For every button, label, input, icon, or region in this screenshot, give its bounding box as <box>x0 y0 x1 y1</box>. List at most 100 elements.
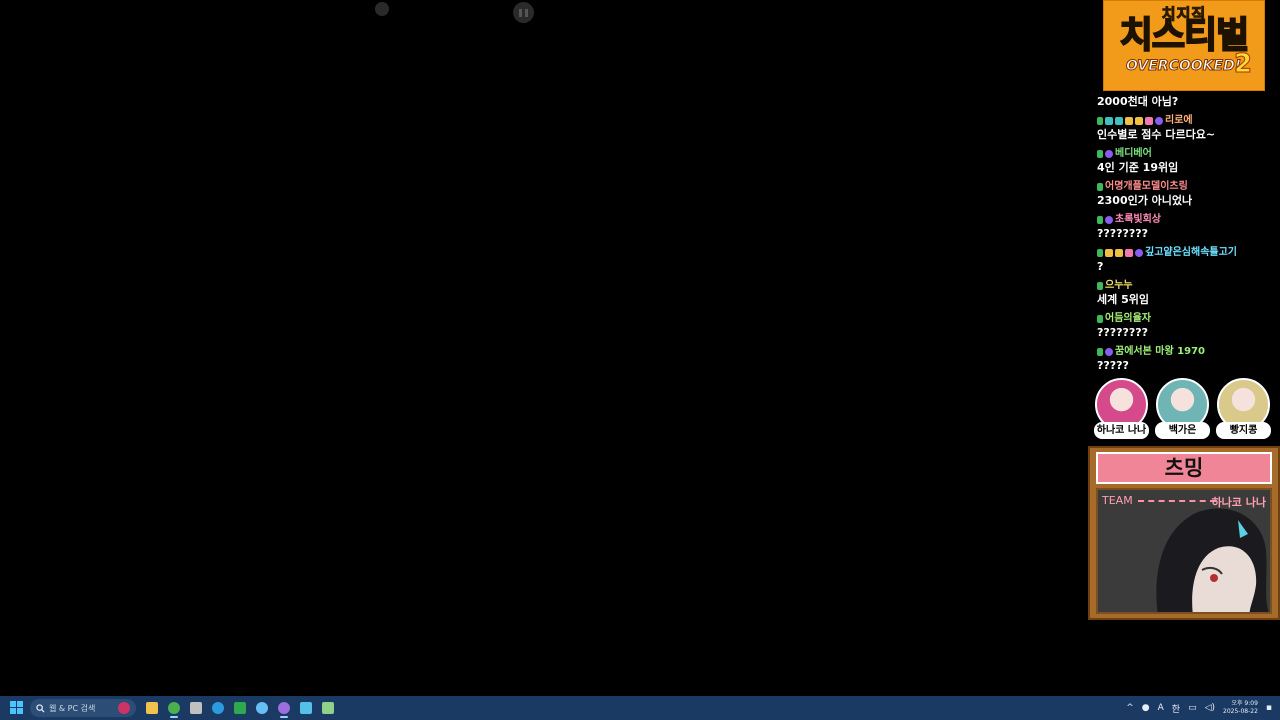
badge-icon <box>1145 117 1153 125</box>
badge-icon <box>1115 117 1123 125</box>
chat-message-text: 인수별로 점수 다르다요~ <box>1097 128 1216 141</box>
chevron-up-icon[interactable]: ^ <box>1126 703 1134 713</box>
network-icon[interactable]: ▭ <box>1188 703 1197 713</box>
notification-icon[interactable]: ▪ <box>1266 703 1272 713</box>
badge-icon <box>1097 282 1103 290</box>
chat-username-row: 어듬의율자 <box>1097 312 1277 326</box>
steam-icon[interactable] <box>252 698 272 718</box>
badge-icon <box>1097 150 1103 158</box>
stream-overlay: 치지직 치스티벌 OVERCOOKED! 2 2000천대 아님? 리로에 인수별… <box>1088 0 1280 696</box>
chat-message-text: ????? <box>1097 359 1129 372</box>
chat-username[interactable]: 베디베어 <box>1115 147 1152 161</box>
app-green-icon[interactable] <box>230 698 250 718</box>
badge-icon <box>1097 216 1103 224</box>
member-list: 하나코 나나 백가은 빵지콩 <box>1094 378 1274 440</box>
app-purple-icon[interactable] <box>274 698 294 718</box>
search-box[interactable]: 웹 & PC 검색 <box>30 699 136 717</box>
chat-first-message: 2000천대 아님? <box>1097 95 1179 108</box>
chat-username-row: 깊고얕은심해속틀고기 <box>1097 246 1277 260</box>
system-tray: ^ ● A 한 ▭ ◁) 오후 9:09 2025-08-22 ▪ <box>1126 696 1280 720</box>
member-avatar: 빵지콩 <box>1216 378 1271 440</box>
chat-message-text: ???????? <box>1097 227 1149 240</box>
app-a-icon[interactable] <box>186 698 206 718</box>
chat-overlay: 2000천대 아님? 리로에 인수별로 점수 다르다요~ 베디베어 4인 기준 19위… <box>1097 94 1277 378</box>
chat-entry: 리로에 인수별로 점수 다르다요~ <box>1097 114 1277 147</box>
ime-indicator[interactable]: 한 <box>1172 702 1180 715</box>
member-name: 백가은 <box>1155 422 1210 439</box>
chrome-icon[interactable] <box>164 698 184 718</box>
badge-icon <box>1105 216 1113 224</box>
logo-sub-text: OVERCOOKED! <box>1125 58 1242 75</box>
chat-message-text: 4인 기준 19위임 <box>1097 161 1179 174</box>
pause-button[interactable] <box>513 2 534 23</box>
chat-username-row: 꿈에서본 마왕 1970 <box>1097 345 1277 359</box>
badge-icon <box>1097 249 1103 257</box>
member-name: 하나코 나나 <box>1094 422 1149 439</box>
taskbar: 웹 & PC 검색 ^ ● A 한 ▭ ◁) 오후 9:09 2025-08-2… <box>0 696 1280 720</box>
font-indicator[interactable]: A <box>1158 703 1164 713</box>
windows-start-icon[interactable] <box>10 701 23 714</box>
badge-icon <box>1135 249 1143 257</box>
badge-icon <box>1097 348 1103 356</box>
chat-entry: 어명개플모델이츠링 2300인가 아니었나 <box>1097 180 1277 213</box>
badge-icon <box>1097 183 1103 191</box>
chat-username-row: 리로에 <box>1097 114 1277 128</box>
team-card: 츠밍 TEAM 하나코 나나 <box>1088 446 1280 620</box>
chat-entry: 베디베어 4인 기준 19위임 <box>1097 147 1277 180</box>
chat-entry: 초록빛회상???????? <box>1097 213 1277 246</box>
clock-date: 2025-08-22 <box>1223 708 1258 715</box>
chat-entry: 으누누 세계 5위임 <box>1097 279 1277 312</box>
microphone-icon[interactable]: ● <box>1142 703 1150 713</box>
clock[interactable]: 오후 9:09 2025-08-22 <box>1223 700 1258 716</box>
badge-icon <box>1105 117 1113 125</box>
chat-message-text: ? <box>1097 260 1104 273</box>
badge-icon <box>1135 117 1143 125</box>
edge-icon[interactable] <box>208 698 228 718</box>
chat-entry: 깊고얕은심해속틀고기? <box>1097 246 1277 279</box>
chat-message-text: 세계 5위임 <box>1097 293 1149 306</box>
badge-icon <box>1125 249 1133 257</box>
chat-username[interactable]: 리로에 <box>1165 114 1193 128</box>
file-explorer-icon[interactable] <box>142 698 162 718</box>
webcam-board: TEAM 하나코 나나 <box>1096 488 1272 614</box>
taskbar-apps <box>142 698 338 718</box>
streamer-figure <box>1156 508 1269 612</box>
chat-entry: 꿈에서본 마왕 1970????? <box>1097 345 1277 378</box>
badge-icon <box>1105 348 1113 356</box>
notepad-icon[interactable] <box>296 698 316 718</box>
chat-username[interactable]: 깊고얕은심해속틀고기 <box>1145 246 1237 260</box>
search-placeholder: 웹 & PC 검색 <box>49 703 96 713</box>
clock-time: 오후 9:09 <box>1231 700 1258 707</box>
chat-username-row: 으누누 <box>1097 279 1277 293</box>
logo-number: 2 <box>1233 49 1253 80</box>
video-area <box>0 0 1088 696</box>
gallery-icon[interactable] <box>318 698 338 718</box>
badge-icon <box>1105 150 1113 158</box>
chat-username[interactable]: 어명개플모델이츠링 <box>1105 180 1188 194</box>
player-control-dot[interactable] <box>375 2 389 16</box>
badge-icon <box>1155 117 1163 125</box>
search-highlight-icon <box>118 702 130 714</box>
volume-icon[interactable]: ◁) <box>1205 703 1215 713</box>
team-title: 츠밍 <box>1096 452 1272 484</box>
chat-message-text: 2300인가 아니었나 <box>1097 194 1193 207</box>
badge-icon <box>1097 315 1103 323</box>
member-name: 빵지콩 <box>1216 422 1271 439</box>
chat-entry: 어듬의율자???????? <box>1097 312 1277 345</box>
chat-username-row: 초록빛회상 <box>1097 213 1277 227</box>
chat-message-text: ???????? <box>1097 326 1149 339</box>
badge-icon <box>1105 249 1113 257</box>
chat-username[interactable]: 꿈에서본 마왕 1970 <box>1115 345 1205 359</box>
badge-icon <box>1125 117 1133 125</box>
event-logo: 치지직 치스티벌 OVERCOOKED! 2 <box>1103 0 1265 91</box>
badge-icon <box>1115 249 1123 257</box>
badge-icon <box>1097 117 1103 125</box>
chat-username[interactable]: 초록빛회상 <box>1115 213 1161 227</box>
chat-username-row: 베디베어 <box>1097 147 1277 161</box>
chat-username-row: 어명개플모델이츠링 <box>1097 180 1277 194</box>
chat-username[interactable]: 으누누 <box>1105 279 1133 293</box>
chat-username[interactable]: 어듬의율자 <box>1105 312 1151 326</box>
search-icon <box>36 703 45 713</box>
member-avatar: 하나코 나나 <box>1094 378 1149 440</box>
member-avatar: 백가은 <box>1155 378 1210 440</box>
